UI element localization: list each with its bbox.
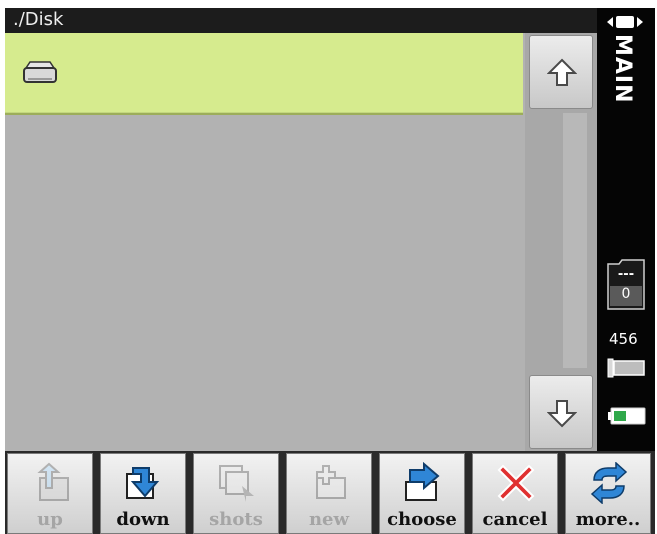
scroll-down-button[interactable] [529,375,593,449]
scroll-track[interactable] [563,113,587,368]
down-button-label: down [116,509,170,530]
new-button-label: new [308,509,350,530]
shots-button[interactable]: shots [193,453,279,534]
scroll-up-button[interactable] [529,35,593,109]
device-screen: ./Disk MAIN --- 0 456 up down shots new … [5,8,655,534]
mode-label: MAIN [610,34,635,104]
cancel-button[interactable]: cancel [472,453,558,534]
new-button[interactable]: new [286,453,372,534]
new-folder-icon [316,465,346,499]
more-button[interactable]: more.. [565,453,651,534]
drive-icon [23,61,57,83]
title-bar: ./Disk [5,8,597,33]
status-panel: MAIN --- 0 456 [597,8,655,451]
arrow-down-icon [547,400,577,428]
folder-status: --- 0 [607,258,645,310]
choose-button-label: choose [387,509,457,530]
list-item-drive[interactable] [5,33,523,115]
choose-icon [405,462,440,501]
choose-button[interactable]: choose [379,453,465,534]
folder-up-icon [37,462,69,501]
refresh-icon [590,462,628,504]
file-list[interactable] [5,33,525,451]
down-button[interactable]: down [100,453,186,534]
folder-label: --- [617,267,635,282]
folder-down-icon [126,467,160,499]
cancel-icon [497,464,535,502]
arrow-up-icon [547,58,577,86]
mode-arrows-icon [607,16,643,28]
scrollbar[interactable] [525,33,597,451]
shots-icon [219,465,254,502]
up-button[interactable]: up [7,453,93,534]
folder-count: 0 [621,286,631,302]
current-path: ./Disk [13,9,64,30]
storage-value: 456 [609,330,638,348]
up-button-label: up [37,509,63,530]
cancel-button-label: cancel [482,509,548,530]
storage-icon [607,358,645,378]
folder-icon [607,259,645,310]
action-toolbar: up down shots new choose cancel more.. [5,451,655,534]
battery-icon [608,407,646,425]
more-button-label: more.. [575,509,641,530]
shots-button-label: shots [209,509,263,530]
